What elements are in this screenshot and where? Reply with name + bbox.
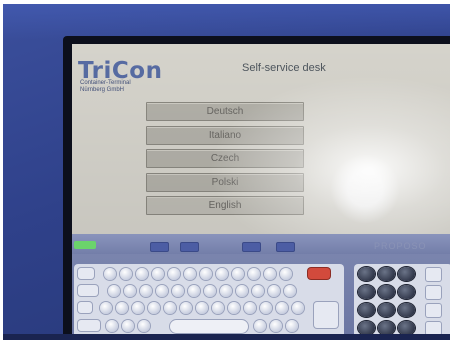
green-key[interactable] — [74, 241, 96, 249]
keyboard-key[interactable] — [120, 268, 132, 280]
screen-glare — [330, 154, 400, 224]
logo-subtitle-line1: Container-Terminal — [80, 80, 131, 86]
enter-key[interactable] — [314, 302, 338, 328]
keyboard-key[interactable] — [124, 285, 136, 297]
keyboard-key[interactable] — [276, 302, 288, 314]
kiosk-photo: TriCon Container-Terminal Nürnberg GmbH … — [3, 4, 450, 340]
logo-subtitle: Container-Terminal Nürnberg GmbH — [80, 80, 131, 94]
space-bar[interactable] — [170, 320, 248, 333]
keyboard-key[interactable] — [280, 268, 292, 280]
numpad-function-key[interactable] — [426, 286, 441, 299]
keyboard-key[interactable] — [78, 302, 92, 313]
keyboard-key[interactable] — [148, 302, 160, 314]
keyboard-key[interactable] — [156, 285, 168, 297]
kiosk-screen: TriCon Container-Terminal Nürnberg GmbH … — [72, 44, 450, 340]
numpad-function-key[interactable] — [426, 304, 441, 317]
keyboard-key[interactable] — [200, 268, 212, 280]
keyboard-key[interactable] — [228, 302, 240, 314]
numpad-key[interactable] — [358, 303, 375, 317]
keyboard-key[interactable] — [260, 302, 272, 314]
keyboard-key[interactable] — [270, 320, 282, 332]
bezel-highlight — [3, 4, 450, 40]
keyboard-key[interactable] — [252, 285, 264, 297]
keyboard-key[interactable] — [204, 285, 216, 297]
keyboard-key[interactable] — [254, 320, 266, 332]
keyboard-key[interactable] — [286, 320, 298, 332]
keyboard-key[interactable] — [116, 302, 128, 314]
keyboard-key[interactable] — [172, 285, 184, 297]
numpad-key[interactable] — [398, 267, 415, 281]
keyboard-panel: PROPOSO — [72, 234, 450, 340]
keyboard-key[interactable] — [212, 302, 224, 314]
keyboard-key[interactable] — [78, 268, 94, 279]
keyboard-key[interactable] — [108, 285, 120, 297]
numpad-key[interactable] — [378, 285, 395, 299]
keyboard-key[interactable] — [132, 302, 144, 314]
keyboard-key[interactable] — [78, 285, 98, 296]
keyboard-key[interactable] — [152, 268, 164, 280]
keyboard-key[interactable] — [196, 302, 208, 314]
language-button-deutsch[interactable]: Deutsch — [146, 102, 304, 121]
cancel-key[interactable] — [308, 268, 330, 279]
numpad-key[interactable] — [398, 303, 415, 317]
keyboard-key[interactable] — [100, 302, 112, 314]
numpad-key[interactable] — [358, 321, 375, 335]
numpad-function-key[interactable] — [426, 268, 441, 281]
keyboard-key[interactable] — [248, 268, 260, 280]
language-button-polski[interactable]: Polski — [146, 172, 304, 192]
keyboard-key[interactable] — [164, 302, 176, 314]
language-button-english[interactable]: English — [146, 196, 304, 215]
keyboard-key[interactable] — [140, 285, 152, 297]
keyboard-key[interactable] — [284, 285, 296, 297]
keyboard-key[interactable] — [168, 268, 180, 280]
keyboard-key[interactable] — [180, 302, 192, 314]
numpad-key[interactable] — [378, 303, 395, 317]
keyboard-key[interactable] — [292, 302, 304, 314]
keyboard-key[interactable] — [106, 320, 118, 332]
keyboard-key[interactable] — [268, 285, 280, 297]
numpad-key[interactable] — [378, 321, 395, 335]
language-button-italiano[interactable]: Italiano — [146, 125, 304, 145]
nav-key-1[interactable] — [150, 242, 169, 252]
nav-key-2[interactable] — [180, 242, 199, 252]
keyboard-key[interactable] — [244, 302, 256, 314]
numpad-key[interactable] — [378, 267, 395, 281]
keyboard-key[interactable] — [184, 268, 196, 280]
nav-key-4[interactable] — [276, 242, 295, 252]
numeric-keypad — [354, 264, 450, 338]
numpad-key[interactable] — [358, 285, 375, 299]
numpad-key[interactable] — [358, 267, 375, 281]
keyboard-key[interactable] — [220, 285, 232, 297]
logo-subtitle-line2: Nürnberg GmbH — [80, 87, 125, 93]
alpha-keyboard — [74, 264, 344, 338]
keyboard-key[interactable] — [138, 320, 150, 332]
numpad-key[interactable] — [398, 285, 415, 299]
keyboard-key[interactable] — [122, 320, 134, 332]
keyboard-key[interactable] — [78, 320, 100, 331]
keyboard-key[interactable] — [104, 268, 116, 280]
keyboard-key[interactable] — [232, 268, 244, 280]
keyboard-key[interactable] — [136, 268, 148, 280]
language-button-czech[interactable]: Czech — [146, 149, 304, 168]
language-list: Deutsch Italiano Czech Polski English — [146, 102, 304, 220]
numpad-key[interactable] — [398, 321, 415, 335]
keyboard-key[interactable] — [216, 268, 228, 280]
page-title: Self-service desk — [242, 62, 326, 74]
keyboard-key[interactable] — [236, 285, 248, 297]
keyboard-brand: PROPOSO — [374, 241, 427, 251]
nav-key-3[interactable] — [242, 242, 261, 252]
keyboard-key[interactable] — [264, 268, 276, 280]
keyboard-key[interactable] — [188, 285, 200, 297]
kiosk-bottom-edge — [3, 334, 450, 340]
